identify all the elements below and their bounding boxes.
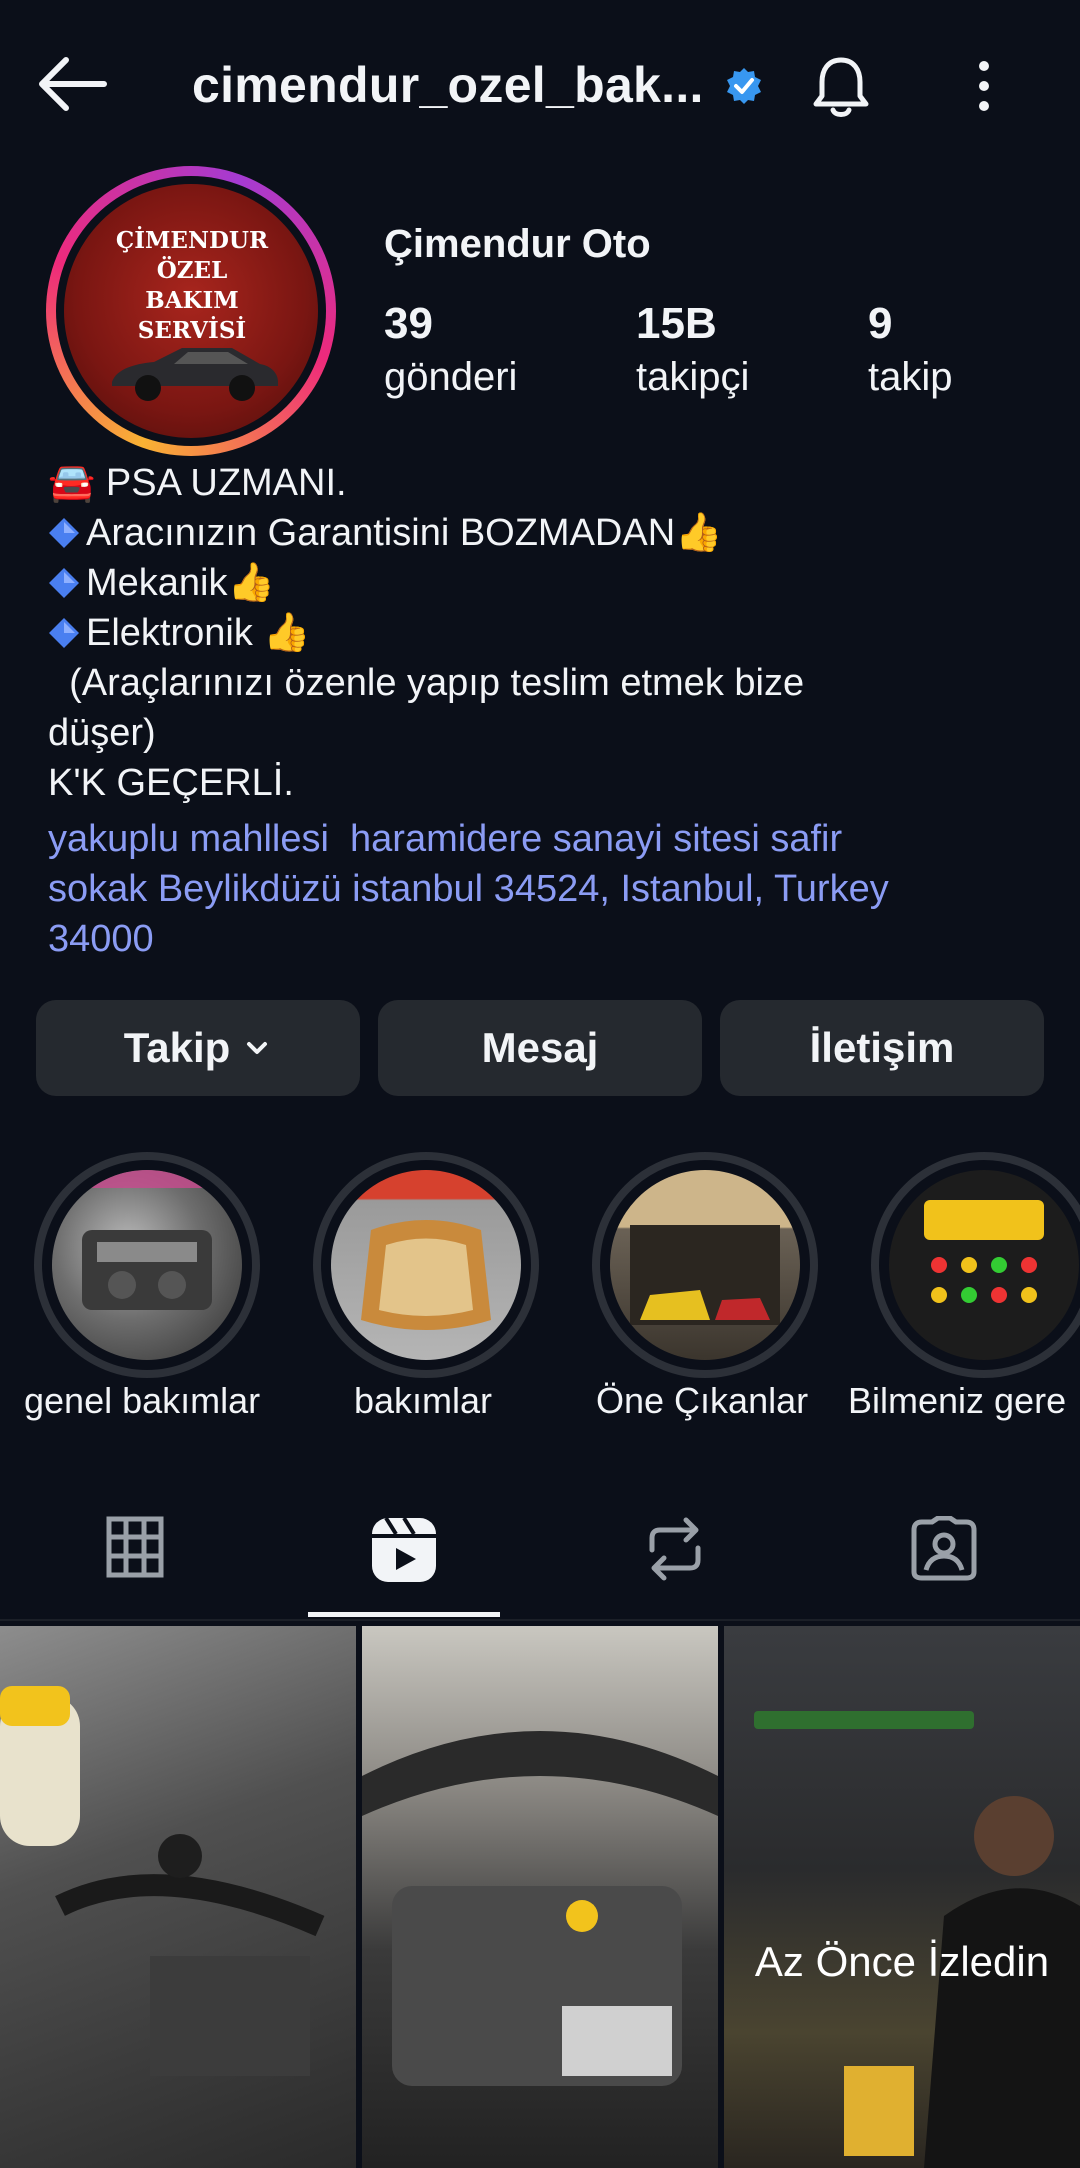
- profile-username: cimendur_ozel_bak...: [192, 57, 704, 113]
- bio-line-2-text: Aracınızın Garantisini BOZMADAN👍: [86, 512, 723, 554]
- bio-line-5: (Araçlarınızı özenle yapıp teslim etmek …: [48, 662, 805, 704]
- stat-posts-value: 39: [384, 299, 433, 348]
- grid-icon[interactable]: [106, 1516, 164, 1583]
- blue-diamond-icon: [49, 618, 79, 648]
- blue-diamond-icon: [49, 518, 79, 548]
- back-arrow-icon[interactable]: [34, 52, 110, 116]
- address-line-3: 34000: [48, 918, 154, 960]
- blue-diamond-icon: [49, 568, 79, 598]
- just-watched-overlay: Az Önce İzledin: [754, 1938, 1050, 1985]
- highlight-label-1: genel bakımlar: [24, 1380, 261, 1421]
- highlight-label-4: Bilmeniz gere: [848, 1380, 1067, 1421]
- reels-icon[interactable]: [370, 1516, 438, 1589]
- active-tab-indicator: [308, 1612, 500, 1617]
- highlight-one-cikanlar[interactable]: [592, 1152, 818, 1378]
- more-vertical-icon[interactable]: [966, 56, 1002, 116]
- mechanic-photo: [754, 1711, 1080, 2168]
- air-filter-photo: [361, 1220, 491, 1330]
- avatar-logo-text: ÇİMENDUR ÖZEL BAKIM SERVİSİ: [92, 226, 292, 346]
- reel-thumbnail-3[interactable]: Az Önce İzledin: [724, 1626, 1080, 2168]
- reel-thumbnail-1[interactable]: [0, 1626, 356, 2168]
- profile-address-link[interactable]: yakuplu mahllesi haramidere sanayi sites…: [48, 814, 1028, 964]
- stat-following[interactable]: 9 takip: [868, 296, 953, 402]
- tab-divider: [0, 1619, 1080, 1621]
- avatar-image: ÇİMENDUR ÖZEL BAKIM SERVİSİ: [64, 184, 318, 438]
- reel-thumbnail-2[interactable]: [362, 1626, 718, 2168]
- stat-followers-label: takipçi: [636, 355, 750, 399]
- follow-button-label: Takip: [123, 1024, 231, 1071]
- highlight-bilmeniz-gere[interactable]: [871, 1152, 1080, 1378]
- highlight-image: [610, 1170, 800, 1360]
- highlight-label-3: Öne Çıkanlar: [596, 1380, 809, 1421]
- avatar-text-line1: ÇİMENDUR ÖZEL: [115, 227, 269, 284]
- profile-display-name: Çimendur Oto: [384, 222, 651, 266]
- highlight-image: [889, 1170, 1079, 1360]
- stat-following-value: 9: [868, 299, 893, 348]
- garage-photo: [630, 1225, 780, 1325]
- message-button[interactable]: Mesaj: [378, 1000, 702, 1096]
- profile-bio: 🚘 PSA UZMANI. Aracınızın Garantisini BOZ…: [48, 458, 1028, 808]
- bio-line-4-text: Elektronik 👍: [86, 612, 311, 654]
- chevron-down-icon: [247, 1042, 268, 1054]
- profile-avatar[interactable]: ÇİMENDUR ÖZEL BAKIM SERVİSİ: [46, 166, 336, 456]
- message-button-label: Mesaj: [481, 1024, 599, 1071]
- bio-line-3: Mekanik👍: [48, 558, 1028, 608]
- address-line-1: yakuplu mahllesi haramidere sanayi sites…: [48, 818, 843, 860]
- stat-posts[interactable]: 39 gönderi: [384, 296, 517, 402]
- car-icon: [112, 348, 278, 401]
- engine-bay-photo: [0, 1686, 325, 2076]
- warning-lights-photo: [924, 1200, 1044, 1303]
- verified-badge-icon: [724, 66, 764, 106]
- bio-line-4: Elektronik 👍: [48, 608, 1028, 658]
- bio-line-2: Aracınızın Garantisini BOZMADAN👍: [48, 508, 1028, 558]
- address-line-2: sokak Beylikdüzü istanbul 34524, Istanbu…: [48, 868, 889, 910]
- bell-icon[interactable]: [806, 52, 876, 122]
- highlight-bakimlar[interactable]: [313, 1152, 539, 1378]
- bio-line-6: düşer): [48, 712, 156, 754]
- tagged-icon[interactable]: [910, 1515, 978, 1587]
- stat-followers-value: 15B: [636, 299, 717, 348]
- highlight-image: [52, 1170, 242, 1360]
- bio-line-7: K'K GEÇERLİ.: [48, 762, 294, 804]
- follow-button[interactable]: Takip: [36, 1000, 360, 1096]
- highlight-label-2: bakımlar: [354, 1380, 493, 1421]
- avatar-border: ÇİMENDUR ÖZEL BAKIM SERVİSİ: [56, 176, 326, 446]
- stat-followers[interactable]: 15B takipçi: [636, 296, 749, 402]
- contact-button-label: İletişim: [809, 1024, 955, 1071]
- highlight-image: [331, 1170, 521, 1360]
- stat-posts-label: gönderi: [384, 355, 518, 399]
- reposts-icon[interactable]: [644, 1516, 706, 1587]
- engine-photo: [362, 1731, 718, 2086]
- stat-following-label: takip: [868, 355, 953, 399]
- bio-line-1: 🚘 PSA UZMANI.: [48, 462, 347, 504]
- profile-tabs: [0, 1480, 1080, 1620]
- contact-button[interactable]: İletişim: [720, 1000, 1044, 1096]
- bio-line-3-text: Mekanik👍: [86, 562, 275, 604]
- engine-photo: [52, 1170, 242, 1310]
- top-bar: cimendur_ozel_bak...: [0, 0, 1080, 168]
- highlight-genel-bakimlar[interactable]: [34, 1152, 260, 1378]
